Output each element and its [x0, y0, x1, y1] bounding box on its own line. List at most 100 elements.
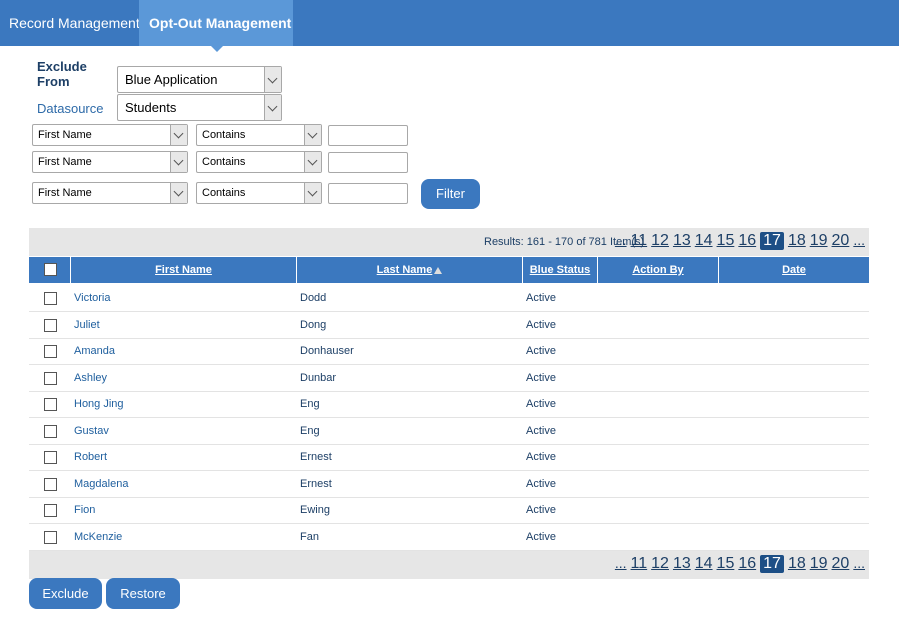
datasource-select[interactable]: Students [117, 94, 282, 121]
column-header-action-by[interactable]: Action By [597, 257, 718, 283]
restore-button[interactable]: Restore [106, 578, 180, 609]
filter-operator-select-1[interactable]: Contains [196, 124, 322, 146]
page-link[interactable]: 16 [738, 555, 756, 573]
last-name-cell: Eng [300, 425, 320, 437]
exclude-from-label: Exclude From [37, 59, 87, 89]
row-checkbox[interactable] [44, 398, 57, 411]
page-link[interactable]: 11 [631, 232, 648, 250]
column-header-blue-status[interactable]: Blue Status [522, 257, 597, 283]
filter-value-input-2[interactable] [328, 152, 408, 173]
first-name-cell[interactable]: Fion [74, 497, 95, 523]
status-cell: Active [526, 451, 556, 463]
row-checkbox[interactable] [44, 319, 57, 332]
chevron-down-icon [304, 183, 321, 203]
table-row[interactable]: Victoria Dodd Active [29, 285, 869, 312]
page-link[interactable]: 16 [738, 232, 756, 250]
first-name-cell[interactable]: Amanda [74, 338, 115, 364]
table-row[interactable]: Amanda Donhauser Active [29, 338, 869, 365]
filter-value-input-1[interactable] [328, 125, 408, 146]
page-link[interactable]: 15 [717, 232, 735, 250]
tab-opt-out-management[interactable]: Opt-Out Management [139, 0, 293, 52]
row-checkbox[interactable] [44, 478, 57, 491]
page-link[interactable]: 12 [651, 555, 669, 573]
status-cell: Active [526, 372, 556, 384]
pagination: ... 11 12 13 14 15 16 17 18 19 20... [611, 555, 865, 573]
tab-record-management[interactable]: Record Management [0, 0, 140, 46]
table-header: First Name Last Name Blue Status Action … [29, 257, 869, 283]
page-link[interactable]: 11 [631, 555, 648, 573]
exclude-button[interactable]: Exclude [29, 578, 102, 609]
tab-label: Opt-Out Management [149, 15, 292, 31]
filter-operator-select-2[interactable]: Contains [196, 151, 322, 173]
filter-field-value: First Name [38, 156, 92, 168]
row-checkbox[interactable] [44, 451, 57, 464]
chevron-down-icon [264, 95, 281, 120]
exclude-from-select[interactable]: Blue Application [117, 66, 282, 93]
table-row[interactable]: Hong Jing Eng Active [29, 391, 869, 418]
row-checkbox[interactable] [44, 292, 57, 305]
filter-button[interactable]: Filter [421, 179, 480, 209]
page-link-next-ellipsis[interactable]: ... [853, 232, 865, 248]
first-name-cell[interactable]: Magdalena [74, 471, 128, 497]
status-cell: Active [526, 504, 556, 516]
table-row[interactable]: McKenzie Fan Active [29, 524, 869, 551]
page-link[interactable]: 12 [651, 232, 669, 250]
last-name-cell: Ewing [300, 504, 330, 516]
page-link[interactable]: 18 [788, 555, 806, 573]
last-name-cell: Donhauser [300, 345, 354, 357]
page-link[interactable]: 18 [788, 232, 806, 250]
status-cell: Active [526, 425, 556, 437]
select-all-checkbox[interactable] [44, 263, 57, 276]
pagination: ... 11 12 13 14 15 16 17 18 19 20... [611, 232, 865, 250]
page-link[interactable]: 19 [810, 555, 828, 573]
first-name-cell[interactable]: Juliet [74, 312, 100, 338]
row-checkbox[interactable] [44, 504, 57, 517]
page-link[interactable]: 15 [717, 555, 735, 573]
filter-operator-value: Contains [202, 129, 246, 141]
page-link[interactable]: 19 [810, 232, 828, 250]
table-row[interactable]: Gustav Eng Active [29, 418, 869, 445]
page-link-next-ellipsis[interactable]: ... [853, 555, 865, 571]
first-name-cell[interactable]: Victoria [74, 285, 110, 311]
filter-value-input-3[interactable] [328, 183, 408, 204]
page-link[interactable]: 20 [832, 232, 850, 250]
column-header-last-name[interactable]: Last Name [296, 257, 522, 283]
table-row[interactable]: Magdalena Ernest Active [29, 471, 869, 498]
sort-ascending-icon [434, 267, 443, 274]
table-row[interactable]: Ashley Dunbar Active [29, 365, 869, 392]
status-cell: Active [526, 398, 556, 410]
filter-field-select-1[interactable]: First Name [32, 124, 188, 146]
first-name-cell[interactable]: Ashley [74, 365, 107, 391]
chevron-down-icon [170, 152, 187, 172]
column-header-first-name[interactable]: First Name [70, 257, 296, 283]
page-link[interactable]: 14 [695, 555, 713, 573]
last-name-cell: Ernest [300, 478, 332, 490]
first-name-cell[interactable]: Robert [74, 444, 107, 470]
filter-field-select-2[interactable]: First Name [32, 151, 188, 173]
table-row[interactable]: Juliet Dong Active [29, 312, 869, 339]
filter-field-select-3[interactable]: First Name [32, 182, 188, 204]
status-cell: Active [526, 345, 556, 357]
row-checkbox[interactable] [44, 372, 57, 385]
filter-operator-value: Contains [202, 156, 246, 168]
status-cell: Active [526, 292, 556, 304]
page-link[interactable]: 14 [695, 232, 713, 250]
page-link-prev-ellipsis[interactable]: ... [615, 232, 627, 248]
column-header-date[interactable]: Date [718, 257, 869, 283]
filter-operator-select-3[interactable]: Contains [196, 182, 322, 204]
status-cell: Active [526, 531, 556, 543]
row-checkbox[interactable] [44, 345, 57, 358]
first-name-cell[interactable]: Hong Jing [74, 391, 124, 417]
page-link-prev-ellipsis[interactable]: ... [615, 555, 627, 571]
table-row[interactable]: Robert Ernest Active [29, 444, 869, 471]
first-name-cell[interactable]: Gustav [74, 418, 109, 444]
row-checkbox[interactable] [44, 531, 57, 544]
page-link[interactable]: 13 [673, 232, 691, 250]
table-row[interactable]: Fion Ewing Active [29, 497, 869, 524]
last-name-cell: Ernest [300, 451, 332, 463]
page-link[interactable]: 13 [673, 555, 691, 573]
pager-bottom: ... 11 12 13 14 15 16 17 18 19 20... [29, 551, 869, 579]
row-checkbox[interactable] [44, 425, 57, 438]
first-name-cell[interactable]: McKenzie [74, 524, 122, 550]
page-link[interactable]: 20 [832, 555, 850, 573]
